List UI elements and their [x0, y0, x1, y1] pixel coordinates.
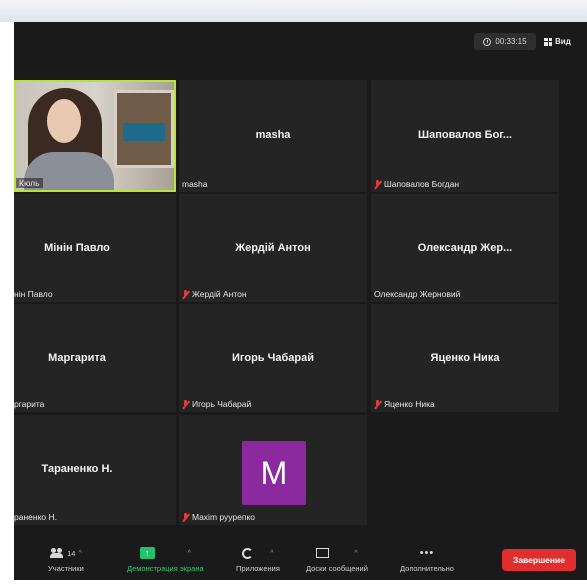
end-meeting-button[interactable]: Завершение [502, 549, 576, 571]
mic-muted-icon [374, 179, 381, 189]
participants-count: 14 [67, 548, 76, 558]
whiteboard-label: Доски сообщений [306, 564, 368, 573]
participant-name: Яценко Ника [374, 399, 435, 409]
avatar: M [242, 441, 306, 505]
more-label: Дополнительно [400, 564, 454, 573]
participant-name: нін Павло [14, 289, 53, 299]
zoom-meeting-window: 00:33:15 Вид Кюль masha masha Шаповалов … [14, 22, 587, 580]
participant-tile[interactable]: Тараненко Н. раненко Н. [14, 415, 176, 525]
participant-name: Олександр Жерновий [374, 289, 461, 299]
participant-tile[interactable]: Игорь Чабарай Игорь Чабарай [179, 304, 367, 412]
window-top-strip [0, 0, 587, 22]
participant-display-name: Олександр Жер... [417, 241, 513, 254]
participant-name: ргарита [14, 399, 45, 409]
meeting-toolbar: 14 ^ Участники ↑ ^ Демонстрация экрана ^… [14, 542, 587, 580]
whiteboard-button[interactable]: ^ Доски сообщений [306, 546, 368, 573]
participant-display-name: Жердій Антон [235, 241, 311, 254]
share-screen-button[interactable]: ↑ ^ Демонстрация экрана [127, 546, 204, 573]
participant-display-name: masha [255, 129, 291, 142]
apps-label: Приложения [236, 564, 280, 573]
participant-display-name: Маргарита [48, 351, 106, 364]
participant-tile[interactable]: masha masha [179, 80, 367, 192]
mic-muted-icon [182, 399, 189, 409]
share-screen-label: Демонстрация экрана [127, 564, 204, 573]
participant-display-name: Яценко Ника [430, 351, 500, 364]
mic-muted-icon [182, 289, 189, 299]
view-button[interactable]: Вид [544, 33, 571, 50]
more-button[interactable]: ••• Дополнительно [400, 546, 454, 574]
participant-name: Кюль [16, 178, 43, 188]
participant-tile[interactable]: Мінін Павло нін Павло [14, 194, 176, 302]
participant-tile-avatar[interactable]: M Maxim руурепко [179, 415, 367, 525]
share-screen-icon: ↑ [139, 547, 155, 559]
participant-tile[interactable]: Маргарита ргарита [14, 304, 176, 412]
participants-label: Участники [48, 564, 84, 573]
participants-icon [50, 548, 64, 558]
participant-name: раненко Н. [14, 512, 57, 522]
more-icon: ••• [419, 547, 435, 559]
apps-icon [242, 547, 254, 559]
grid-view-icon [544, 37, 552, 46]
participant-name: Maxim руурепко [182, 512, 255, 522]
chevron-up-icon[interactable]: ^ [270, 550, 273, 557]
participant-tile[interactable]: Яценко Ника Яценко Ника [371, 304, 559, 412]
meeting-timer-value: 00:33:15 [495, 37, 527, 46]
participant-name: Игорь Чабарай [182, 399, 251, 409]
participant-display-name: Тараненко Н. [41, 463, 113, 476]
participant-tile[interactable]: Жердій Антон Жердій Антон [179, 194, 367, 302]
chevron-up-icon[interactable]: ^ [354, 550, 357, 557]
mic-muted-icon [182, 512, 189, 522]
apps-button[interactable]: ^ Приложения [236, 546, 280, 573]
clock-icon [483, 37, 492, 46]
participant-tile[interactable]: Олександр Жер... Олександр Жерновий [371, 194, 559, 302]
participant-display-name: Мінін Павло [44, 241, 110, 254]
participant-name: Жердій Антон [182, 289, 247, 299]
participant-name: masha [182, 179, 208, 189]
mic-muted-icon [374, 399, 381, 409]
view-button-label: Вид [555, 37, 571, 46]
participant-display-name: Шаповалов Бог... [418, 129, 512, 142]
participant-tile-video[interactable]: Кюль [14, 80, 176, 192]
participants-button[interactable]: 14 ^ Участники [48, 546, 84, 573]
whiteboard-icon [316, 548, 330, 558]
participant-name: Шаповалов Богдан [374, 179, 459, 189]
meeting-timer: 00:33:15 [474, 33, 536, 50]
participant-display-name: Игорь Чабарай [232, 351, 314, 364]
chevron-up-icon[interactable]: ^ [78, 550, 81, 557]
chevron-up-icon[interactable]: ^ [188, 550, 191, 557]
participant-tile[interactable]: Шаповалов Бог... Шаповалов Богдан [371, 80, 559, 192]
